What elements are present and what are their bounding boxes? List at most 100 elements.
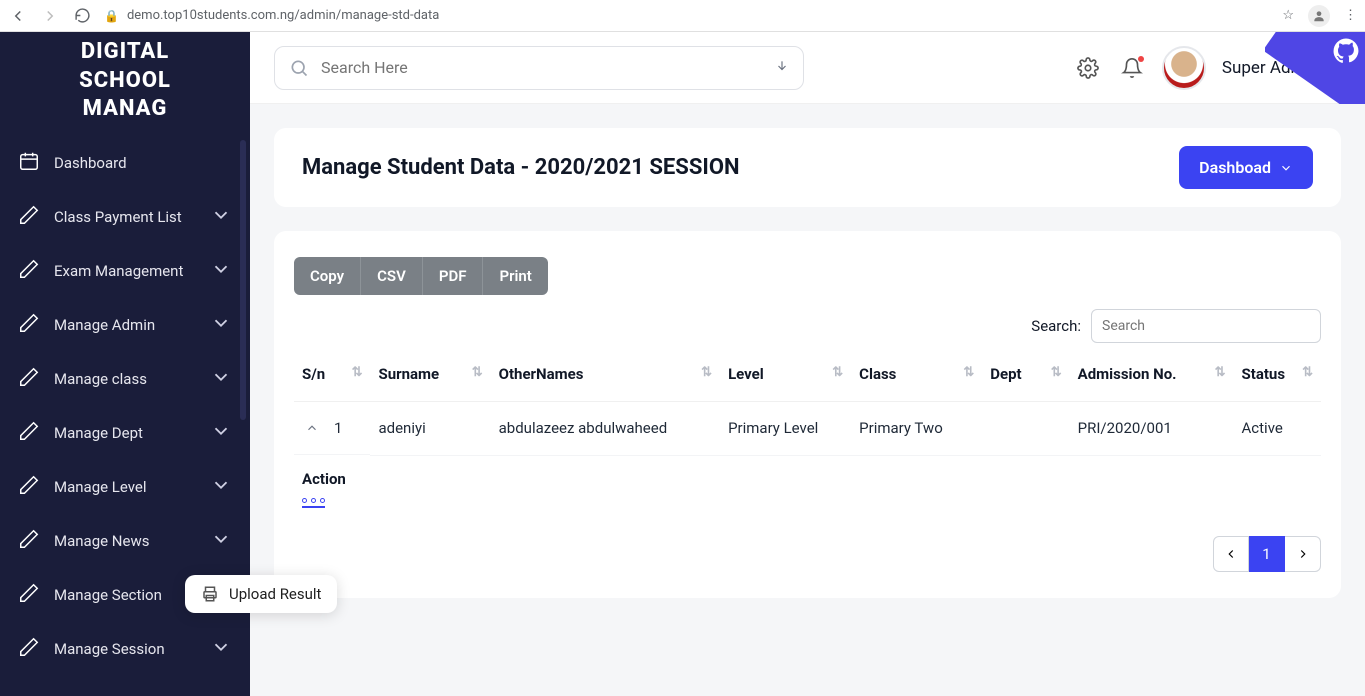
table-search-input[interactable]: [1091, 309, 1321, 343]
notifications-button[interactable]: [1118, 54, 1146, 82]
chevron-down-icon: [210, 366, 232, 392]
data-panel: CopyCSVPDFPrint Search: S/n⇅ Surname ⇅ Othe…: [274, 231, 1341, 598]
calendar-icon: [18, 150, 40, 176]
pencil-icon: [18, 528, 40, 554]
pagination: 1: [294, 536, 1321, 572]
row-expand-toggle[interactable]: [302, 418, 322, 438]
sidebar-item-label: Manage News: [54, 532, 149, 550]
dashboard-dropdown-button[interactable]: Dashboad: [1179, 146, 1313, 189]
user-menu[interactable]: Super Admin: [1222, 58, 1341, 78]
chevron-down-icon: [210, 204, 232, 230]
brand-line: MANAG: [10, 95, 240, 124]
pdf-export-button[interactable]: PDF: [422, 257, 483, 295]
user-name: Super Admin: [1222, 58, 1319, 78]
content: Manage Student Data - 2020/2021 SESSION …: [250, 104, 1365, 696]
sidebar-item-class-payment-list[interactable]: Class Payment List: [0, 190, 250, 244]
browser-url[interactable]: demo.top10students.com.ng/admin/manage-s…: [127, 8, 439, 23]
brand-line: SCHOOL: [10, 67, 240, 96]
copy-export-button[interactable]: Copy: [294, 257, 360, 295]
row-action-menu[interactable]: [302, 498, 325, 508]
chevron-down-icon: [1279, 161, 1293, 175]
printer-icon: [201, 585, 219, 603]
browser-back-button[interactable]: [8, 6, 28, 26]
table-search-label: Search:: [1031, 317, 1081, 335]
brand-line: DIGITAL: [10, 38, 240, 67]
browser-profile-button[interactable]: [1308, 5, 1330, 27]
sort-icon: ⇅: [352, 365, 363, 380]
column-label: Admission No.: [1078, 365, 1177, 383]
browser-reload-button[interactable]: [72, 6, 92, 26]
sidebar-item-manage-session[interactable]: Manage Session: [0, 622, 250, 676]
page-header-card: Manage Student Data - 2020/2021 SESSION …: [274, 128, 1341, 207]
col-dept[interactable]: Dept ⇅: [982, 353, 1069, 402]
browser-chrome: 🔒 demo.top10students.com.ng/admin/manage…: [0, 0, 1365, 32]
print-export-button[interactable]: Print: [482, 257, 547, 295]
gear-icon: [1077, 57, 1099, 79]
brand-logo[interactable]: DIGITAL SCHOOL MANAG: [0, 32, 250, 130]
sidebar-item-label: Manage class: [54, 370, 147, 388]
pencil-icon: [18, 204, 40, 230]
page-prev-button[interactable]: [1213, 536, 1249, 572]
page-next-button[interactable]: [1285, 536, 1321, 572]
chevron-down-icon: [210, 312, 232, 338]
sort-icon: ⇅: [472, 365, 483, 380]
col-level[interactable]: Level⇅: [720, 353, 851, 402]
sidebar-item-manage-admin[interactable]: Manage Admin: [0, 298, 250, 352]
column-label: Dept: [990, 365, 1021, 383]
sidebar-item-manage-level[interactable]: Manage Level: [0, 460, 250, 514]
sidebar-item-label: Manage Session: [54, 640, 165, 658]
sort-icon: ⇅: [1302, 365, 1313, 380]
column-label: OtherNames: [499, 365, 584, 383]
sort-icon: ⇅: [1051, 365, 1062, 380]
cell-othernames: abdulazeez abdulwaheed: [491, 402, 720, 456]
pencil-icon: [18, 474, 40, 500]
col-surname[interactable]: Surname ⇅: [370, 353, 490, 402]
lock-icon: 🔒: [104, 9, 119, 23]
export-buttons: CopyCSVPDFPrint: [294, 257, 548, 295]
sort-icon: ⇅: [963, 365, 974, 380]
students-table: S/n⇅Surname⇅OtherNames⇅Level⇅Class⇅Dept⇅…: [294, 353, 1321, 456]
topbar: Super Admin: [250, 32, 1365, 104]
sidebar-item-exam-management[interactable]: Exam Management: [0, 244, 250, 298]
pencil-icon: [18, 420, 40, 446]
chevron-down-icon: [210, 474, 232, 500]
sidebar-scrollbar[interactable]: [240, 140, 246, 420]
sidebar-item-dashboard[interactable]: Dashboard: [0, 136, 250, 190]
browser-forward-button[interactable]: [40, 6, 60, 26]
chevron-down-icon: [210, 258, 232, 284]
search-dropdown-icon[interactable]: [775, 58, 789, 77]
csv-export-button[interactable]: CSV: [360, 257, 422, 295]
upload-result-popover[interactable]: Upload Result: [185, 575, 337, 613]
column-label: Surname: [378, 365, 439, 383]
pencil-icon: [18, 582, 40, 608]
sidebar-item-manage-class[interactable]: Manage class: [0, 352, 250, 406]
page-title: Manage Student Data - 2020/2021 SESSION: [302, 155, 740, 180]
browser-menu-button[interactable]: ⋮: [1344, 8, 1357, 23]
col-othernames[interactable]: OtherNames⇅: [491, 353, 720, 402]
settings-button[interactable]: [1074, 54, 1102, 82]
col-s-n[interactable]: S/n⇅: [294, 353, 370, 402]
main: Super Admin Manage Student Data - 2020/2…: [250, 32, 1365, 696]
sidebar-item-manage-news[interactable]: Manage News: [0, 514, 250, 568]
chevron-down-icon: [210, 636, 232, 662]
column-label: Status: [1242, 365, 1286, 383]
sidebar-item-manage-dept[interactable]: Manage Dept: [0, 406, 250, 460]
column-label: Level: [728, 365, 764, 383]
bookmark-star-icon[interactable]: ☆: [1282, 8, 1294, 23]
cell-surname: adeniyi: [370, 402, 490, 456]
pencil-icon: [18, 366, 40, 392]
row-action-block: Action: [294, 456, 1321, 508]
cell-class: Primary Two: [851, 402, 982, 456]
global-search[interactable]: [274, 46, 804, 90]
sidebar-item-label: Manage Admin: [54, 316, 155, 334]
sort-icon: ⇅: [1215, 365, 1226, 380]
global-search-input[interactable]: [321, 58, 763, 77]
page-number-button[interactable]: 1: [1249, 536, 1285, 572]
col-admission-no-[interactable]: Admission No. ⇅: [1070, 353, 1234, 402]
dashboard-button-label: Dashboad: [1199, 158, 1271, 177]
school-badge[interactable]: [1162, 46, 1206, 90]
pencil-icon: [18, 258, 40, 284]
sidebar-item-label: Manage Level: [54, 478, 147, 496]
col-class[interactable]: Class⇅: [851, 353, 982, 402]
col-status[interactable]: Status ⇅: [1234, 353, 1321, 402]
